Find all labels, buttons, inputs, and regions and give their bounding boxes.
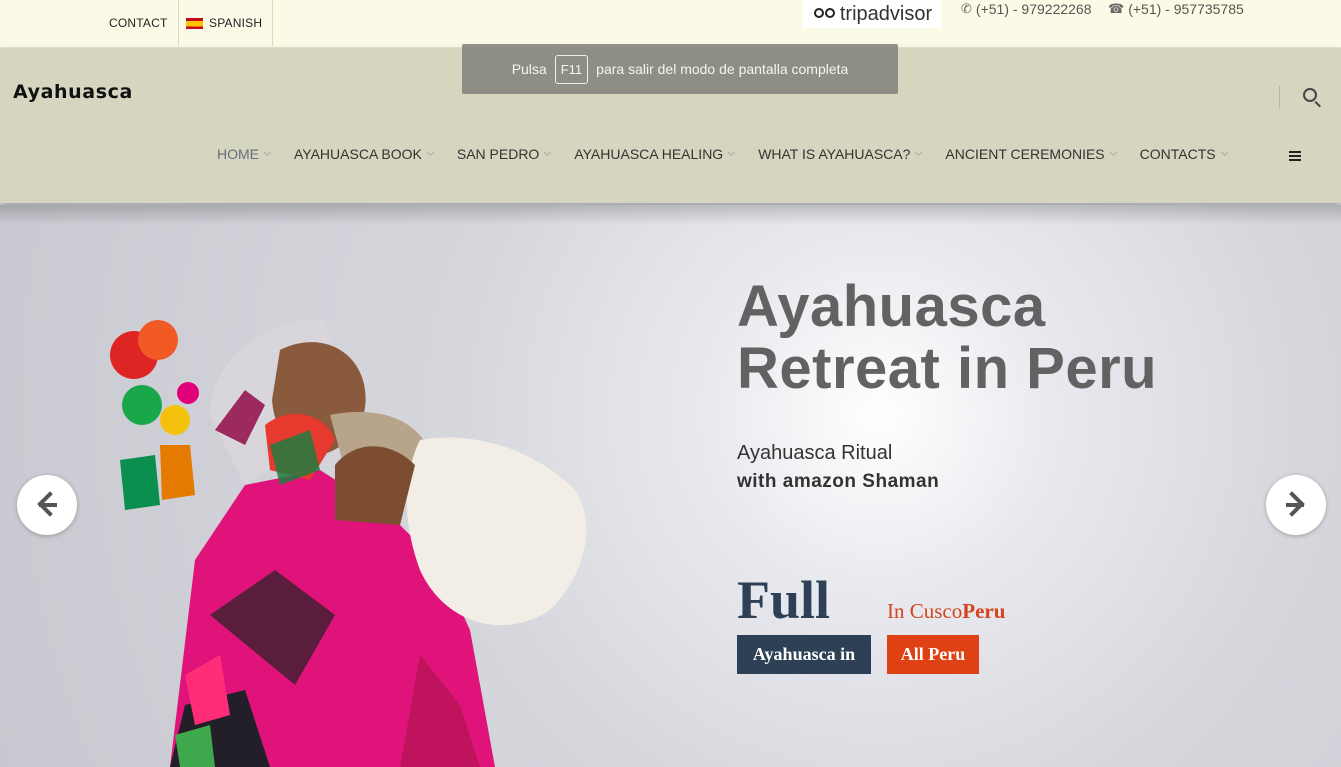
in-cusco-text: In Cusco (887, 599, 963, 623)
hero-slider: Ayahuasca Retreat in Peru Ayahuasca Ritu… (0, 205, 1341, 767)
tag-ayahuasca-in: Ayahuasca in (737, 635, 871, 674)
nav-label: ANCIENT CEREMONIES (945, 146, 1105, 162)
nav-item-contacts[interactable]: CONTACTS (1139, 146, 1228, 162)
chevron-down-icon (426, 148, 434, 157)
phone-number-1: (+51) - 979222268 (975, 1, 1092, 17)
nav-label: AYAHUASCA BOOK (294, 146, 422, 162)
nav-item-ayahuasca-healing[interactable]: AYAHUASCA HEALING (574, 146, 736, 162)
arrow-right-line (1286, 503, 1304, 507)
contact-label: CONTACT (109, 16, 168, 30)
language-label: SPANISH (209, 16, 263, 30)
fullscreen-notice: Pulsa F11 para salir del modo de pantall… (462, 44, 898, 94)
tag-all-peru: All Peru (887, 635, 979, 674)
nav-label: CONTACTS (1139, 146, 1216, 162)
whatsapp-phone[interactable]: ✆ (+51) - 979222268 (961, 1, 1092, 17)
slider-prev-button[interactable] (17, 475, 77, 535)
chevron-down-icon (728, 148, 736, 157)
fullscreen-text-before: Pulsa (511, 61, 547, 77)
nav-item-what-is-ayahuasca[interactable]: WHAT IS AYAHUASCA? (758, 146, 923, 162)
phone-icon: ☎ (1108, 1, 1125, 16)
shaman-image (110, 319, 587, 767)
nav-label: HOME (217, 146, 259, 162)
search-icon (1303, 88, 1317, 102)
nav-label: WHAT IS AYAHUASCA? (758, 146, 911, 162)
tripadvisor-logo[interactable]: tripadvisor (802, 0, 942, 28)
fullscreen-text-after: para salir del modo de pantalla completa (596, 61, 849, 77)
chevron-down-icon (544, 148, 552, 157)
tripadvisor-owl-icon (812, 7, 838, 21)
contact-link[interactable]: CONTACT (100, 0, 179, 46)
nav-item-san-pedro[interactable]: SAN PEDRO (456, 146, 552, 162)
chevron-down-icon (1220, 148, 1228, 157)
landline-phone[interactable]: ☎ (+51) - 957735785 (1108, 1, 1244, 17)
hero-location-text: In CuscoPeru (887, 599, 1005, 624)
f11-key: F11 (554, 54, 589, 84)
nav-label: AYAHUASCA HEALING (574, 146, 724, 162)
chevron-down-icon (263, 148, 272, 157)
hero-headline: Ayahuasca Retreat in Peru (737, 274, 1158, 401)
hero-subtitle: Ayahuasca Ritual (737, 442, 893, 464)
chevron-down-icon (1109, 148, 1117, 157)
phone-number-2: (+51) - 957735785 (1128, 1, 1244, 17)
arrow-left-line (39, 503, 57, 507)
tripadvisor-text: tripadvisor (839, 2, 933, 25)
slider-next-button[interactable] (1266, 475, 1326, 535)
hero-subtitle-bold: with amazon Shaman (737, 471, 940, 492)
language-link[interactable]: SPANISH (176, 0, 274, 46)
hamburger-icon[interactable] (1289, 151, 1301, 161)
chevron-down-icon (915, 148, 923, 157)
spain-flag-icon (186, 17, 203, 29)
nav-label: SAN PEDRO (456, 146, 540, 162)
nav-item-home[interactable]: HOME (217, 146, 272, 162)
peru-text: Peru (962, 599, 1006, 623)
whatsapp-icon: ✆ (961, 1, 972, 16)
nav-item-ancient-ceremonies[interactable]: ANCIENT CEREMONIES (945, 146, 1117, 162)
search-button[interactable] (1279, 86, 1326, 108)
site-logo[interactable]: Ayahuasca (13, 81, 133, 103)
topbar: CONTACT SPANISH tripadvisor ✆ (+51) - 97… (0, 0, 1341, 48)
hero-full-text: Full (737, 570, 831, 630)
main-nav: HOME AYAHUASCA BOOK SAN PEDRO AYAHUASCA … (217, 146, 1251, 162)
nav-item-ayahuasca-book[interactable]: AYAHUASCA BOOK (294, 146, 434, 162)
